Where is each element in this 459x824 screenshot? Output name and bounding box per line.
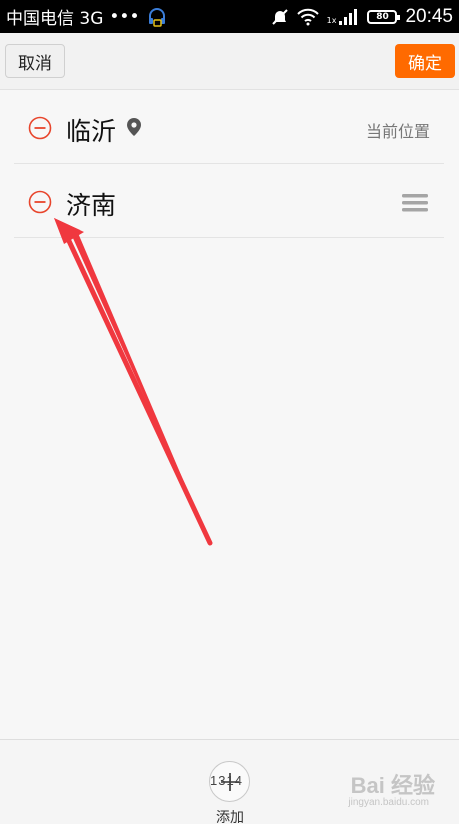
battery-icon: 80 — [367, 9, 401, 24]
city-name: 临沂 — [66, 117, 117, 146]
mute-icon — [271, 8, 289, 26]
action-bar: 取消 确定 — [0, 33, 459, 90]
city-list-item[interactable]: 临沂 当前位置 — [14, 90, 444, 164]
network-type-label: 1x — [326, 15, 337, 25]
overlay-number: 1314 — [210, 773, 243, 788]
status-bar: 中国电信 3G ••• 1x 80 20:45 — [0, 0, 459, 33]
status-right: 1x 80 20:45 — [271, 6, 453, 28]
status-left: 中国电信 3G ••• — [6, 4, 168, 29]
drag-handle-icon[interactable] — [402, 194, 428, 212]
location-pin-icon — [127, 118, 141, 140]
city-name: 济南 — [66, 191, 117, 220]
baidu-watermark-logo: Bai 经验 — [350, 773, 435, 798]
notification-dots: ••• — [109, 6, 140, 27]
watermark-domain: jingyan.baidu.com — [348, 797, 429, 808]
carrier-label: 中国电信 3G — [6, 9, 104, 29]
signal-icon: 1x — [326, 8, 360, 25]
city-list-item[interactable]: 济南 — [14, 164, 444, 238]
confirm-button[interactable]: 确定 — [395, 44, 455, 78]
headset-icon — [146, 6, 168, 28]
remove-city-icon[interactable] — [28, 116, 52, 140]
cancel-button[interactable]: 取消 — [5, 44, 65, 78]
remove-city-icon[interactable] — [28, 190, 52, 214]
add-city-label: 添加 — [216, 810, 244, 824]
wifi-icon — [296, 8, 319, 26]
clock: 20:45 — [405, 5, 453, 27]
current-location-tag: 当前位置 — [365, 122, 430, 141]
